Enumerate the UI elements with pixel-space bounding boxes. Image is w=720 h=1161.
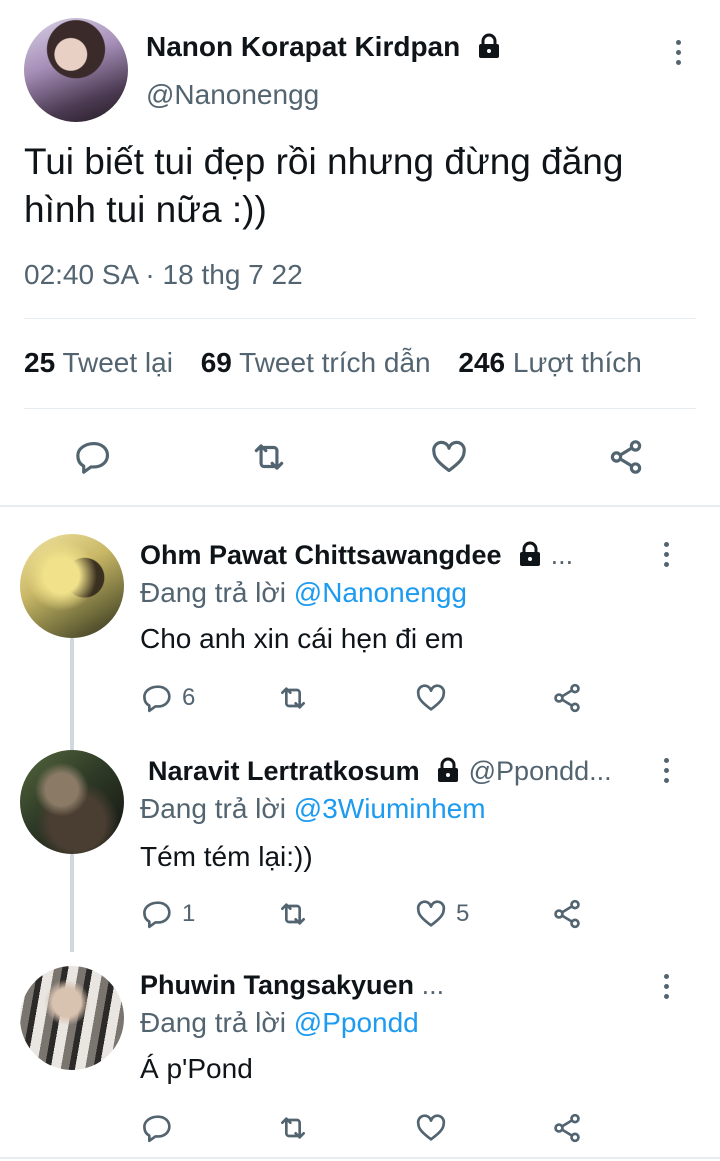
author-display-name[interactable]: Nanon Korapat Kirdpan — [146, 31, 460, 62]
more-icon[interactable] — [654, 534, 678, 574]
reply-icon[interactable]: 1 — [142, 898, 195, 930]
replying-to-link[interactable]: @Nanonengg — [294, 577, 467, 608]
reply-display-name[interactable]: Naravit Lertratkosum — [148, 756, 420, 786]
replying-prefix: Đang trả lời — [140, 1007, 286, 1038]
retweets-label: Tweet lại — [62, 347, 173, 378]
replying-to: Đang trả lời @Ppondd — [140, 1006, 419, 1040]
replying-prefix: Đang trả lời — [140, 793, 286, 824]
tweet-text-line: Tui biết tui đẹp rồi nhưng đừng đăng — [24, 141, 624, 182]
author-handle[interactable]: @Nanonengg — [146, 78, 319, 112]
share-icon[interactable] — [550, 898, 584, 930]
quotes-stat[interactable]: 69 Tweet trích dẫn — [201, 347, 439, 378]
more-icon[interactable] — [654, 750, 678, 790]
reply-handle[interactable]: ... — [551, 540, 574, 570]
reply-author-name[interactable]: Phuwin Tangsakyuen ... — [140, 968, 444, 1002]
quotes-count: 69 — [200, 347, 232, 378]
reply-icon[interactable] — [142, 1112, 182, 1144]
heart-icon[interactable] — [429, 438, 469, 476]
author-avatar[interactable] — [24, 18, 128, 122]
reply-count: 6 — [182, 684, 196, 711]
replying-to: Đang trả lời @Nanonengg — [140, 576, 467, 610]
like-count: 5 — [456, 900, 470, 927]
reply-text: Tém tém lại:)) — [140, 841, 313, 872]
reply-avatar[interactable] — [20, 534, 124, 638]
lock-icon — [476, 33, 502, 67]
replying-to-link[interactable]: @3Wiuminhem — [294, 793, 486, 824]
replying-to-link[interactable]: @Ppondd — [294, 1007, 419, 1038]
reply-text: Á p'Pond — [140, 1053, 253, 1084]
tweet-stats: 25 Tweet lại 69 Tweet trích dẫn 246 Lượt… — [24, 346, 642, 380]
likes-label: Lượt thích — [512, 347, 642, 378]
share-icon[interactable] — [550, 682, 584, 714]
reply-icon[interactable] — [75, 438, 113, 476]
reply-handle[interactable]: ... — [422, 970, 445, 1000]
heart-icon[interactable]: 5 — [414, 898, 469, 930]
reply-text: Cho anh xin cái hẹn đi em — [140, 623, 464, 654]
divider — [24, 408, 696, 409]
tweet-text-line: hình tui nữa :)) — [24, 189, 267, 230]
retweets-stat[interactable]: 25 Tweet lại — [24, 347, 181, 378]
reply-author-name[interactable]: Naravit Lertratkosum @Ppondd... — [148, 754, 612, 791]
retweet-icon[interactable] — [276, 898, 310, 930]
reply-display-name[interactable]: Ohm Pawat Chittsawangdee — [140, 540, 502, 570]
reply-author-name[interactable]: Ohm Pawat Chittsawangdee ... — [140, 538, 573, 575]
more-icon[interactable] — [666, 32, 690, 72]
heart-icon[interactable] — [414, 1112, 456, 1144]
quotes-label: Tweet trích dẫn — [239, 347, 431, 378]
tweet-text: Tui biết tui đẹp rồi nhưng đừng đăng hìn… — [24, 138, 704, 234]
bottom-divider — [0, 1157, 720, 1159]
more-icon[interactable] — [654, 966, 678, 1006]
retweet-icon[interactable] — [249, 438, 289, 476]
lock-icon — [435, 757, 461, 791]
reply-avatar[interactable] — [20, 750, 124, 854]
reply-count: 1 — [182, 900, 196, 927]
reply-avatar[interactable] — [20, 966, 124, 1070]
retweet-icon[interactable] — [276, 682, 310, 714]
likes-count: 246 — [458, 347, 506, 378]
likes-stat[interactable]: 246 Lượt thích — [458, 347, 641, 378]
reply-icon[interactable]: 6 — [142, 682, 195, 714]
heart-icon[interactable] — [414, 682, 456, 714]
author-name[interactable]: Nanon Korapat Kirdpan — [146, 30, 502, 67]
retweets-count: 25 — [24, 347, 56, 378]
share-icon[interactable] — [550, 1112, 584, 1144]
lock-icon — [517, 541, 543, 575]
replying-prefix: Đang trả lời — [140, 577, 286, 608]
reply-display-name[interactable]: Phuwin Tangsakyuen — [140, 970, 414, 1000]
reply-handle[interactable]: @Ppondd... — [469, 756, 612, 786]
section-divider — [0, 505, 720, 507]
share-icon[interactable] — [606, 438, 646, 476]
replying-to: Đang trả lời @3Wiuminhem — [140, 792, 486, 826]
divider — [24, 318, 696, 319]
tweet-timestamp[interactable]: 02:40 SA · 18 thg 7 22 — [24, 258, 303, 292]
retweet-icon[interactable] — [276, 1112, 310, 1144]
